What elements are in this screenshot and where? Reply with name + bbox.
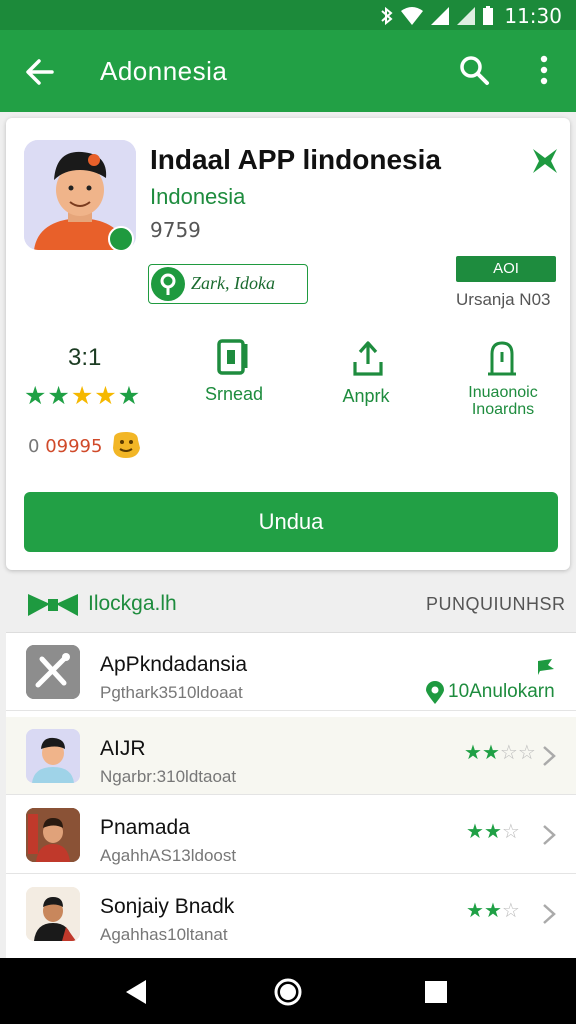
star-icon: ☆ [517, 742, 536, 764]
item-rating-stars: ★ ★ ☆ [466, 901, 520, 921]
chevron-right-icon[interactable] [542, 903, 556, 925]
status-bar: 11:30 [0, 0, 576, 30]
nav-back-icon[interactable] [122, 978, 150, 1006]
see-more-link[interactable]: PUNQUIUNHSR [426, 594, 566, 615]
item-title: Pnamada [100, 816, 190, 839]
item-subtitle: AgahhAS13ldoost [100, 846, 237, 865]
chevron-right-icon[interactable] [542, 824, 556, 846]
list-item[interactable]: AIJR Ngarbr:310ldtaoat ★ ★ ☆ ☆ [6, 717, 576, 795]
age-label-line1: Inuaonoic [468, 384, 538, 401]
tools-icon [26, 645, 80, 699]
item-title: AIJR [100, 737, 146, 760]
list-item[interactable]: Sonjaiy Bnadk Agahhas10ltanat ★ ★ ☆ [6, 875, 576, 953]
list-item[interactable]: ApPkndadansia Pgthark3510ldoaat 10Anulok… [6, 633, 576, 711]
star-icon: ★ [483, 900, 502, 922]
size-label: Srnead [204, 384, 264, 404]
avatar [26, 808, 80, 862]
star-icon: ☆ [501, 821, 520, 843]
emoji-face-icon [113, 432, 140, 458]
avatar [26, 729, 80, 783]
nav-recents-icon[interactable] [424, 980, 448, 1004]
item-rating-stars: ★ ★ ☆ ☆ [464, 743, 536, 763]
verified-badge-icon [108, 226, 134, 252]
flag-icon [538, 659, 554, 675]
review-count-value: 09995 [45, 436, 103, 457]
star-icon: ☆ [501, 900, 520, 922]
battery-icon [483, 6, 494, 25]
star-icon: ★ [117, 382, 141, 410]
item-title: ApPkndadansia [100, 653, 248, 676]
location-pin-icon [151, 267, 185, 301]
page-title: Adonnesia [100, 56, 228, 86]
install-button[interactable]: Undua [24, 492, 558, 552]
sponsor-chip[interactable]: Zark, Idoka [148, 264, 308, 304]
app-number: 9759 [150, 218, 201, 242]
item-title: Sonjaiy Bnadk [100, 895, 235, 918]
wifi-icon [401, 7, 424, 25]
star-icon: ★ [466, 900, 484, 922]
item-subtitle: Pgthark3510ldoaat [100, 683, 243, 702]
section-title: Ilockga.lh [88, 592, 177, 615]
star-icon: ★ [483, 821, 502, 843]
bow-tie-icon [28, 594, 78, 616]
app-list: ApPkndadansia Pgthark3510ldoaat 10Anulok… [6, 632, 576, 958]
status-icons: 11:30 [380, 4, 562, 28]
list-item[interactable]: Pnamada AgahhAS13ldoost ★ ★ ☆ [6, 796, 576, 874]
signal-icon-2 [457, 7, 476, 25]
app-bar: Adonnesia [0, 30, 576, 112]
back-arrow-icon[interactable] [22, 54, 58, 90]
item-subtitle: Ngarbr:310ldtaoat [100, 767, 237, 786]
bluetooth-icon [381, 6, 393, 26]
downloads-label: Anprk [342, 386, 390, 406]
app-name: Indaal APP lindonesia [150, 144, 441, 175]
star-icon: ☆ [499, 742, 518, 764]
item-rating-stars: ★ ★ ☆ [466, 822, 520, 842]
signal-icon [431, 7, 450, 25]
review-count-prefix: 0 [28, 436, 40, 457]
rating-value: 3:1 [68, 344, 102, 371]
similar-apps-header: Ilockga.lh PUNQUIUNHSR [0, 582, 576, 628]
system-nav-bar [0, 958, 576, 1024]
star-icon: ★ [70, 382, 94, 410]
star-icon: ★ [464, 742, 482, 764]
review-count: 0 09995 [28, 436, 102, 457]
phone-icon [217, 339, 248, 375]
age-label-line2: Inoardns [471, 401, 535, 418]
more-vert-icon[interactable] [530, 52, 558, 88]
rating-stars: ★ ★ ★ ★ ★ [24, 384, 140, 409]
status-time: 11:30 [504, 4, 562, 28]
item-subtitle: Agahhas10ltanat [100, 925, 228, 944]
star-icon: ★ [94, 382, 117, 410]
star-icon: ★ [481, 742, 500, 764]
app-detail-card: Indaal APP lindonesia Indonesia 9759 Zar… [6, 118, 570, 570]
star-icon: ★ [24, 382, 47, 410]
star-icon: ★ [47, 382, 70, 410]
content-rating-note: Ursanja N03 [456, 290, 551, 309]
nav-home-icon[interactable] [272, 976, 304, 1008]
search-icon[interactable] [456, 52, 492, 88]
bookmark-icon[interactable] [530, 146, 560, 176]
age-label: Inuaonoic Inoardns [458, 384, 548, 418]
avatar [26, 887, 80, 941]
star-icon: ★ [466, 821, 484, 843]
developer-link[interactable]: Indonesia [150, 184, 245, 210]
content-rating-badge: AOI [456, 256, 556, 282]
location-pin-icon [426, 681, 444, 704]
item-meta: 10Anulokarn [448, 681, 555, 702]
chevron-right-icon[interactable] [542, 745, 556, 767]
download-icon [353, 341, 383, 376]
sponsor-label: Zark, Idoka [191, 273, 275, 293]
age-rating-icon [488, 341, 516, 376]
